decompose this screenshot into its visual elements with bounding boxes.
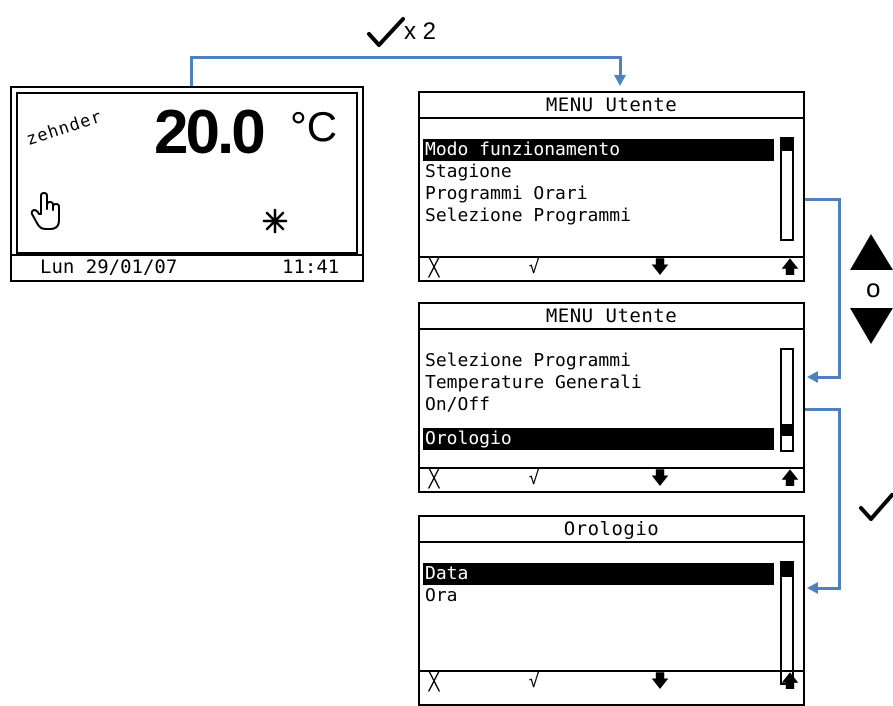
down-softkey[interactable]: 🡇: [650, 672, 670, 692]
cancel-softkey[interactable]: ╳: [424, 258, 444, 278]
confirm-check-icon: [859, 493, 893, 521]
up-softkey[interactable]: 🡅: [780, 469, 800, 489]
softkey-bar: ╳ √ 🡇 🡅: [420, 670, 803, 694]
menu-title: MENU Utente: [420, 304, 803, 330]
menu-item[interactable]: Selezione Programmi: [423, 205, 631, 227]
menu-item[interactable]: Programmi Orari: [423, 183, 588, 205]
up-arrow-icon: [850, 234, 893, 270]
connector-home-to-menu: [190, 56, 193, 88]
connector-scroll-vertical: [838, 198, 841, 379]
menu-item[interactable]: Selezione Programmi: [423, 350, 631, 372]
connector-scroll-bottom: [818, 376, 841, 379]
menu-item[interactable]: Data: [423, 563, 774, 585]
confirm-softkey[interactable]: √: [524, 672, 544, 692]
menu-item[interactable]: Temperature Generali: [423, 372, 642, 394]
temperature-value: 20.0: [154, 98, 266, 167]
down-arrow-icon: [850, 308, 893, 344]
connector-arrowhead: [614, 75, 626, 86]
menu-title: Orologio: [420, 517, 803, 543]
connector-select: [805, 408, 841, 411]
down-softkey[interactable]: 🡇: [650, 258, 670, 278]
up-softkey[interactable]: 🡅: [780, 672, 800, 692]
step-repeat-label: x 2: [404, 18, 437, 45]
menu-screen-3: Orologio Data Ora ╳ √ 🡇 🡅: [418, 515, 805, 706]
scroll-thumb[interactable]: [782, 139, 792, 151]
confirm-softkey[interactable]: √: [524, 469, 544, 489]
menu-item[interactable]: Ora: [423, 585, 458, 607]
home-time: 11:41: [282, 256, 340, 278]
menu-item[interactable]: Modo funzionamento: [423, 139, 774, 161]
scrollbar[interactable]: [780, 348, 794, 452]
scrollbar[interactable]: [780, 561, 794, 685]
menu-title: MENU Utente: [420, 93, 803, 119]
home-date: Lun 29/01/07: [40, 256, 178, 278]
connector-home-to-menu-top: [190, 56, 622, 59]
menu-screen-2: MENU Utente Selezione Programmi Temperat…: [418, 302, 805, 493]
menu-item[interactable]: Stagione: [423, 161, 512, 183]
softkey-bar: ╳ √ 🡇 🡅: [420, 467, 803, 491]
scrollbar[interactable]: [780, 137, 794, 241]
softkey-bar: ╳ √ 🡇 🡅: [420, 256, 803, 280]
connector-select-vertical: [838, 408, 841, 590]
connector-select-bottom: [818, 587, 841, 590]
scroll-thumb[interactable]: [782, 563, 792, 577]
connector-arrowhead: [807, 582, 818, 594]
menu-item[interactable]: On/Off: [423, 394, 490, 416]
cancel-softkey[interactable]: ╳: [424, 672, 444, 692]
cancel-softkey[interactable]: ╳: [424, 469, 444, 489]
hand-pointer-icon: [30, 192, 60, 230]
connector-scroll: [805, 198, 841, 201]
down-softkey[interactable]: 🡇: [650, 469, 670, 489]
confirm-check-icon: [367, 17, 405, 47]
temperature-unit: °C: [290, 103, 338, 150]
confirm-softkey[interactable]: √: [524, 258, 544, 278]
menu-screen-1: MENU Utente Modo funzionamento Stagione …: [418, 91, 805, 282]
menu-item[interactable]: Orologio: [423, 428, 774, 450]
scroll-thumb[interactable]: [782, 424, 792, 436]
or-label: o: [866, 273, 881, 303]
home-screen: zehnder 20.0 °C Lun 29/01/07 11:41: [10, 86, 364, 282]
up-softkey[interactable]: 🡅: [780, 258, 800, 278]
connector-home-to-menu-drop: [619, 56, 622, 76]
connector-arrowhead: [807, 371, 818, 383]
snowflake-icon: [262, 208, 288, 234]
home-status-bar: Lun 29/01/07 11:41: [12, 254, 362, 280]
